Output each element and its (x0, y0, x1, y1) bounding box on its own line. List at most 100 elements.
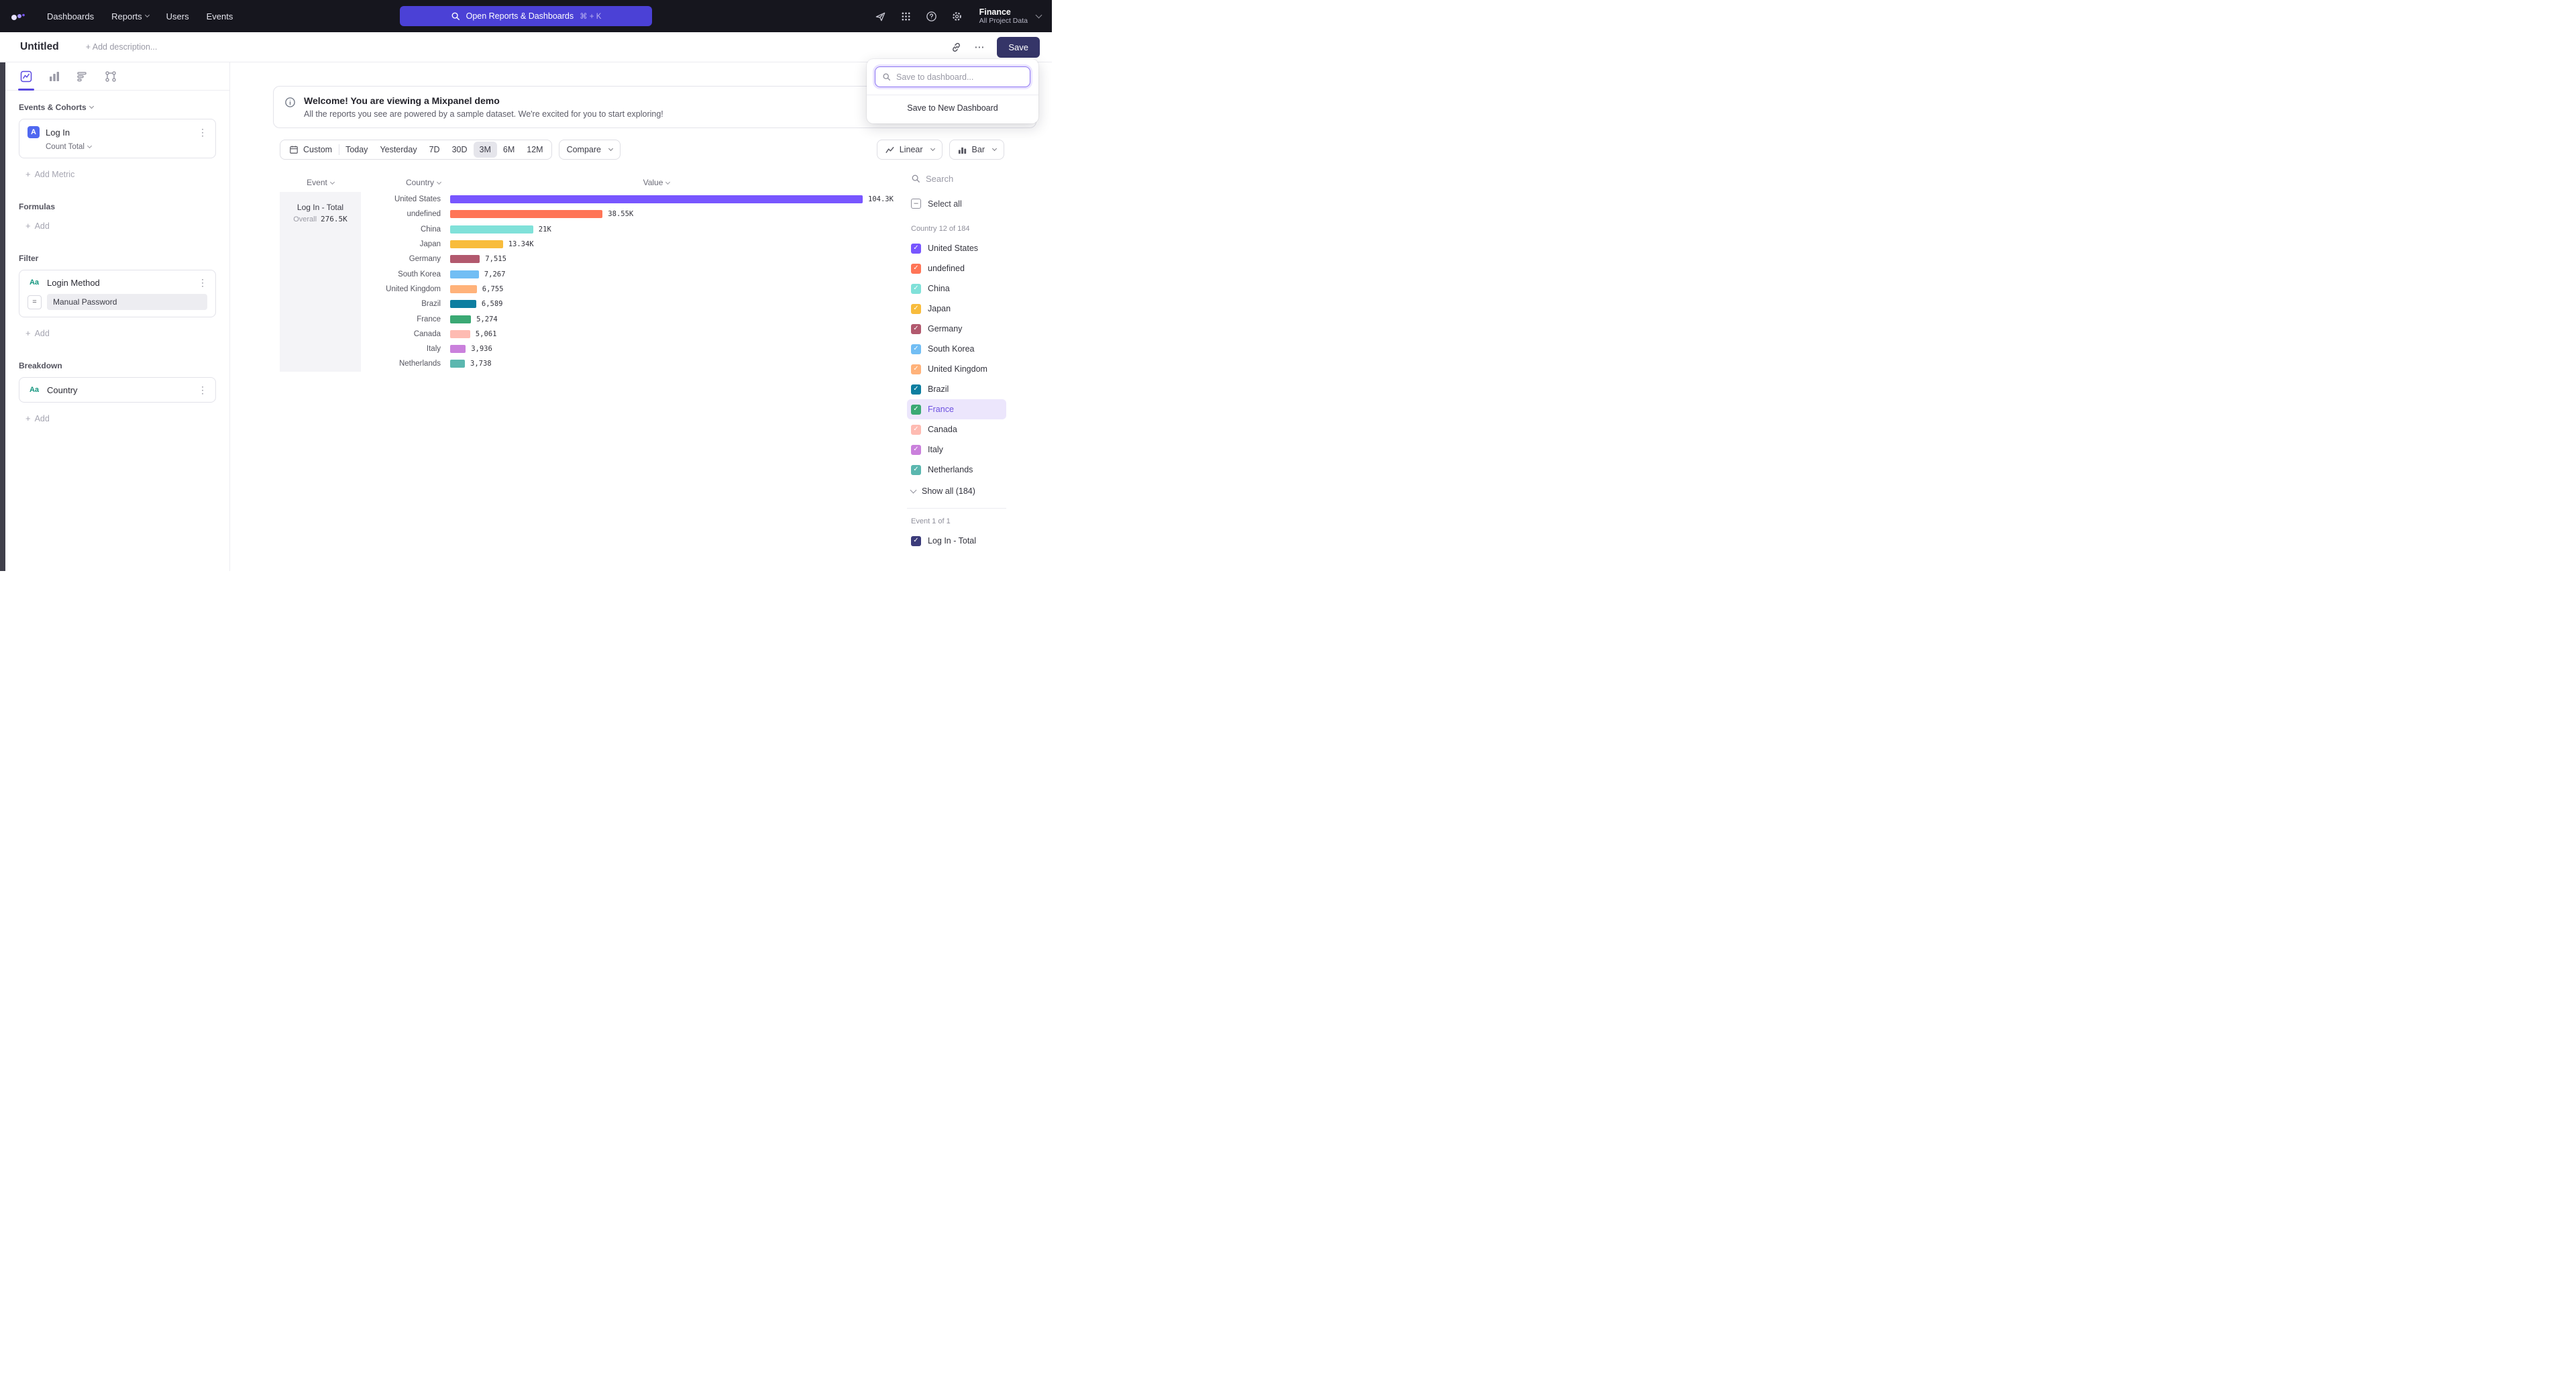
save-button[interactable]: Save (997, 37, 1040, 58)
project-switcher[interactable]: Finance All Project Data (979, 7, 1041, 25)
country-filter-checkbox[interactable] (911, 264, 921, 274)
metric-card[interactable]: A Log In ⋮ Count Total (19, 119, 216, 158)
metric-event-name[interactable]: Log In (46, 127, 192, 138)
value-bar[interactable] (450, 345, 466, 353)
value-bar[interactable] (450, 210, 602, 218)
event-filter-checkbox[interactable] (911, 536, 921, 546)
mixpanel-logo[interactable] (11, 9, 25, 23)
country-filter-checkbox[interactable] (911, 384, 921, 395)
country-filter-item[interactable]: Germany (907, 319, 1006, 339)
value-bar[interactable] (450, 300, 476, 308)
country-filter-checkbox[interactable] (911, 405, 921, 415)
country-filter-item[interactable]: undefined (907, 258, 1006, 278)
date-range-today[interactable]: Today (339, 142, 374, 158)
date-range-custom[interactable]: Custom (282, 145, 339, 154)
filter-value[interactable]: Manual Password (47, 294, 207, 310)
value-bar[interactable] (450, 240, 503, 248)
breakdown-kebab-icon[interactable]: ⋮ (198, 385, 207, 395)
country-filter-item[interactable]: Japan (907, 299, 1006, 319)
value-bar[interactable] (450, 255, 480, 263)
country-filter-checkbox[interactable] (911, 465, 921, 475)
country-filter-item[interactable]: South Korea (907, 339, 1006, 359)
select-all-checkbox[interactable]: – (911, 199, 921, 209)
column-header-event[interactable]: Event (280, 178, 361, 187)
country-filter-checkbox[interactable] (911, 324, 921, 334)
tab-insights[interactable] (20, 70, 32, 83)
compare-button[interactable]: Compare (559, 140, 621, 160)
filter-card[interactable]: Aa Login Method ⋮ = Manual Password (19, 270, 216, 317)
country-filter-label: Brazil (928, 384, 949, 394)
date-range-yesterday[interactable]: Yesterday (374, 142, 423, 158)
value-bar[interactable] (450, 360, 465, 368)
nav-item-dashboards[interactable]: Dashboards (47, 11, 94, 21)
overall-label: Overall (293, 215, 317, 223)
value-bar[interactable] (450, 195, 863, 203)
column-header-country[interactable]: Country (361, 178, 450, 187)
country-filter-item[interactable]: Netherlands (907, 460, 1006, 480)
add-description-field[interactable]: + Add description... (86, 42, 158, 52)
event-filter-item[interactable]: Log In - Total (907, 531, 1006, 551)
country-filter-checkbox[interactable] (911, 364, 921, 374)
date-range-7d[interactable]: 7D (423, 142, 446, 158)
value-bar[interactable] (450, 315, 471, 323)
column-header-value[interactable]: Value (450, 178, 863, 187)
nav-item-users[interactable]: Users (166, 11, 189, 21)
country-filter-checkbox[interactable] (911, 445, 921, 455)
country-filter-checkbox[interactable] (911, 284, 921, 294)
filter-kebab-icon[interactable]: ⋮ (198, 278, 207, 287)
value-bar[interactable] (450, 225, 533, 234)
save-to-dashboard-input[interactable] (896, 72, 1017, 82)
add-metric-button[interactable]: + Add Metric (25, 169, 229, 179)
country-filter-item[interactable]: Italy (907, 439, 1006, 460)
select-all-row[interactable]: – Select all (907, 199, 1006, 209)
country-filter-item[interactable]: United States (907, 238, 1006, 258)
date-range-12m[interactable]: 12M (521, 142, 549, 158)
save-to-new-dashboard-button[interactable]: Save to New Dashboard (867, 95, 1038, 121)
country-filter-item[interactable]: France (907, 399, 1006, 419)
chevron-down-icon (1036, 11, 1042, 18)
metric-aggregation[interactable]: Count Total (46, 143, 207, 151)
value-bar[interactable] (450, 285, 477, 293)
country-filter-checkbox[interactable] (911, 344, 921, 354)
global-search-button[interactable]: Open Reports & Dashboards ⌘ + K (400, 6, 652, 26)
report-title[interactable]: Untitled (20, 41, 59, 53)
events-cohorts-section-header[interactable]: Events & Cohorts (19, 103, 216, 112)
chart-style-button[interactable]: Bar (949, 140, 1004, 160)
country-filter-checkbox[interactable] (911, 304, 921, 314)
country-filter-checkbox[interactable] (911, 244, 921, 254)
add-breakdown-button[interactable]: + Add (25, 413, 229, 423)
legend-search-input[interactable] (926, 174, 993, 184)
legend-search[interactable] (907, 169, 1006, 188)
whats-new-icon[interactable] (875, 10, 887, 22)
apps-grid-icon[interactable] (900, 10, 912, 22)
copy-link-icon[interactable] (951, 42, 962, 53)
tab-flows[interactable] (76, 70, 89, 83)
add-filter-button[interactable]: + Add (25, 328, 229, 338)
help-icon[interactable] (926, 10, 938, 22)
country-filter-item[interactable]: China (907, 278, 1006, 299)
nav-item-reports[interactable]: Reports (111, 11, 149, 21)
date-range-6m[interactable]: 6M (497, 142, 521, 158)
chart-mode-button[interactable]: Linear (877, 140, 943, 160)
more-options-icon[interactable]: ⋯ (974, 41, 985, 53)
nav-item-events[interactable]: Events (207, 11, 233, 21)
country-filter-checkbox[interactable] (911, 425, 921, 435)
date-range-30d[interactable]: 30D (446, 142, 474, 158)
metric-kebab-icon[interactable]: ⋮ (198, 127, 207, 137)
breakdown-card[interactable]: Aa Country ⋮ (19, 377, 216, 403)
date-range-3m[interactable]: 3M (474, 142, 497, 158)
country-filter-item[interactable]: Canada (907, 419, 1006, 439)
add-formula-button[interactable]: + Add (25, 221, 229, 231)
value-bar[interactable] (450, 270, 479, 278)
breakdown-property-name[interactable]: Country (47, 385, 192, 395)
filter-operator[interactable]: = (28, 295, 42, 309)
filter-property-name[interactable]: Login Method (47, 278, 192, 288)
value-bar[interactable] (450, 330, 470, 338)
tab-funnels[interactable] (48, 70, 60, 83)
settings-gear-icon[interactable] (951, 10, 963, 22)
tab-retention[interactable] (105, 70, 117, 83)
country-filter-item[interactable]: Brazil (907, 379, 1006, 399)
country-filter-item[interactable]: United Kingdom (907, 359, 1006, 379)
save-to-dashboard-field[interactable] (875, 66, 1030, 87)
show-all-button[interactable]: Show all (184) (907, 481, 1006, 501)
